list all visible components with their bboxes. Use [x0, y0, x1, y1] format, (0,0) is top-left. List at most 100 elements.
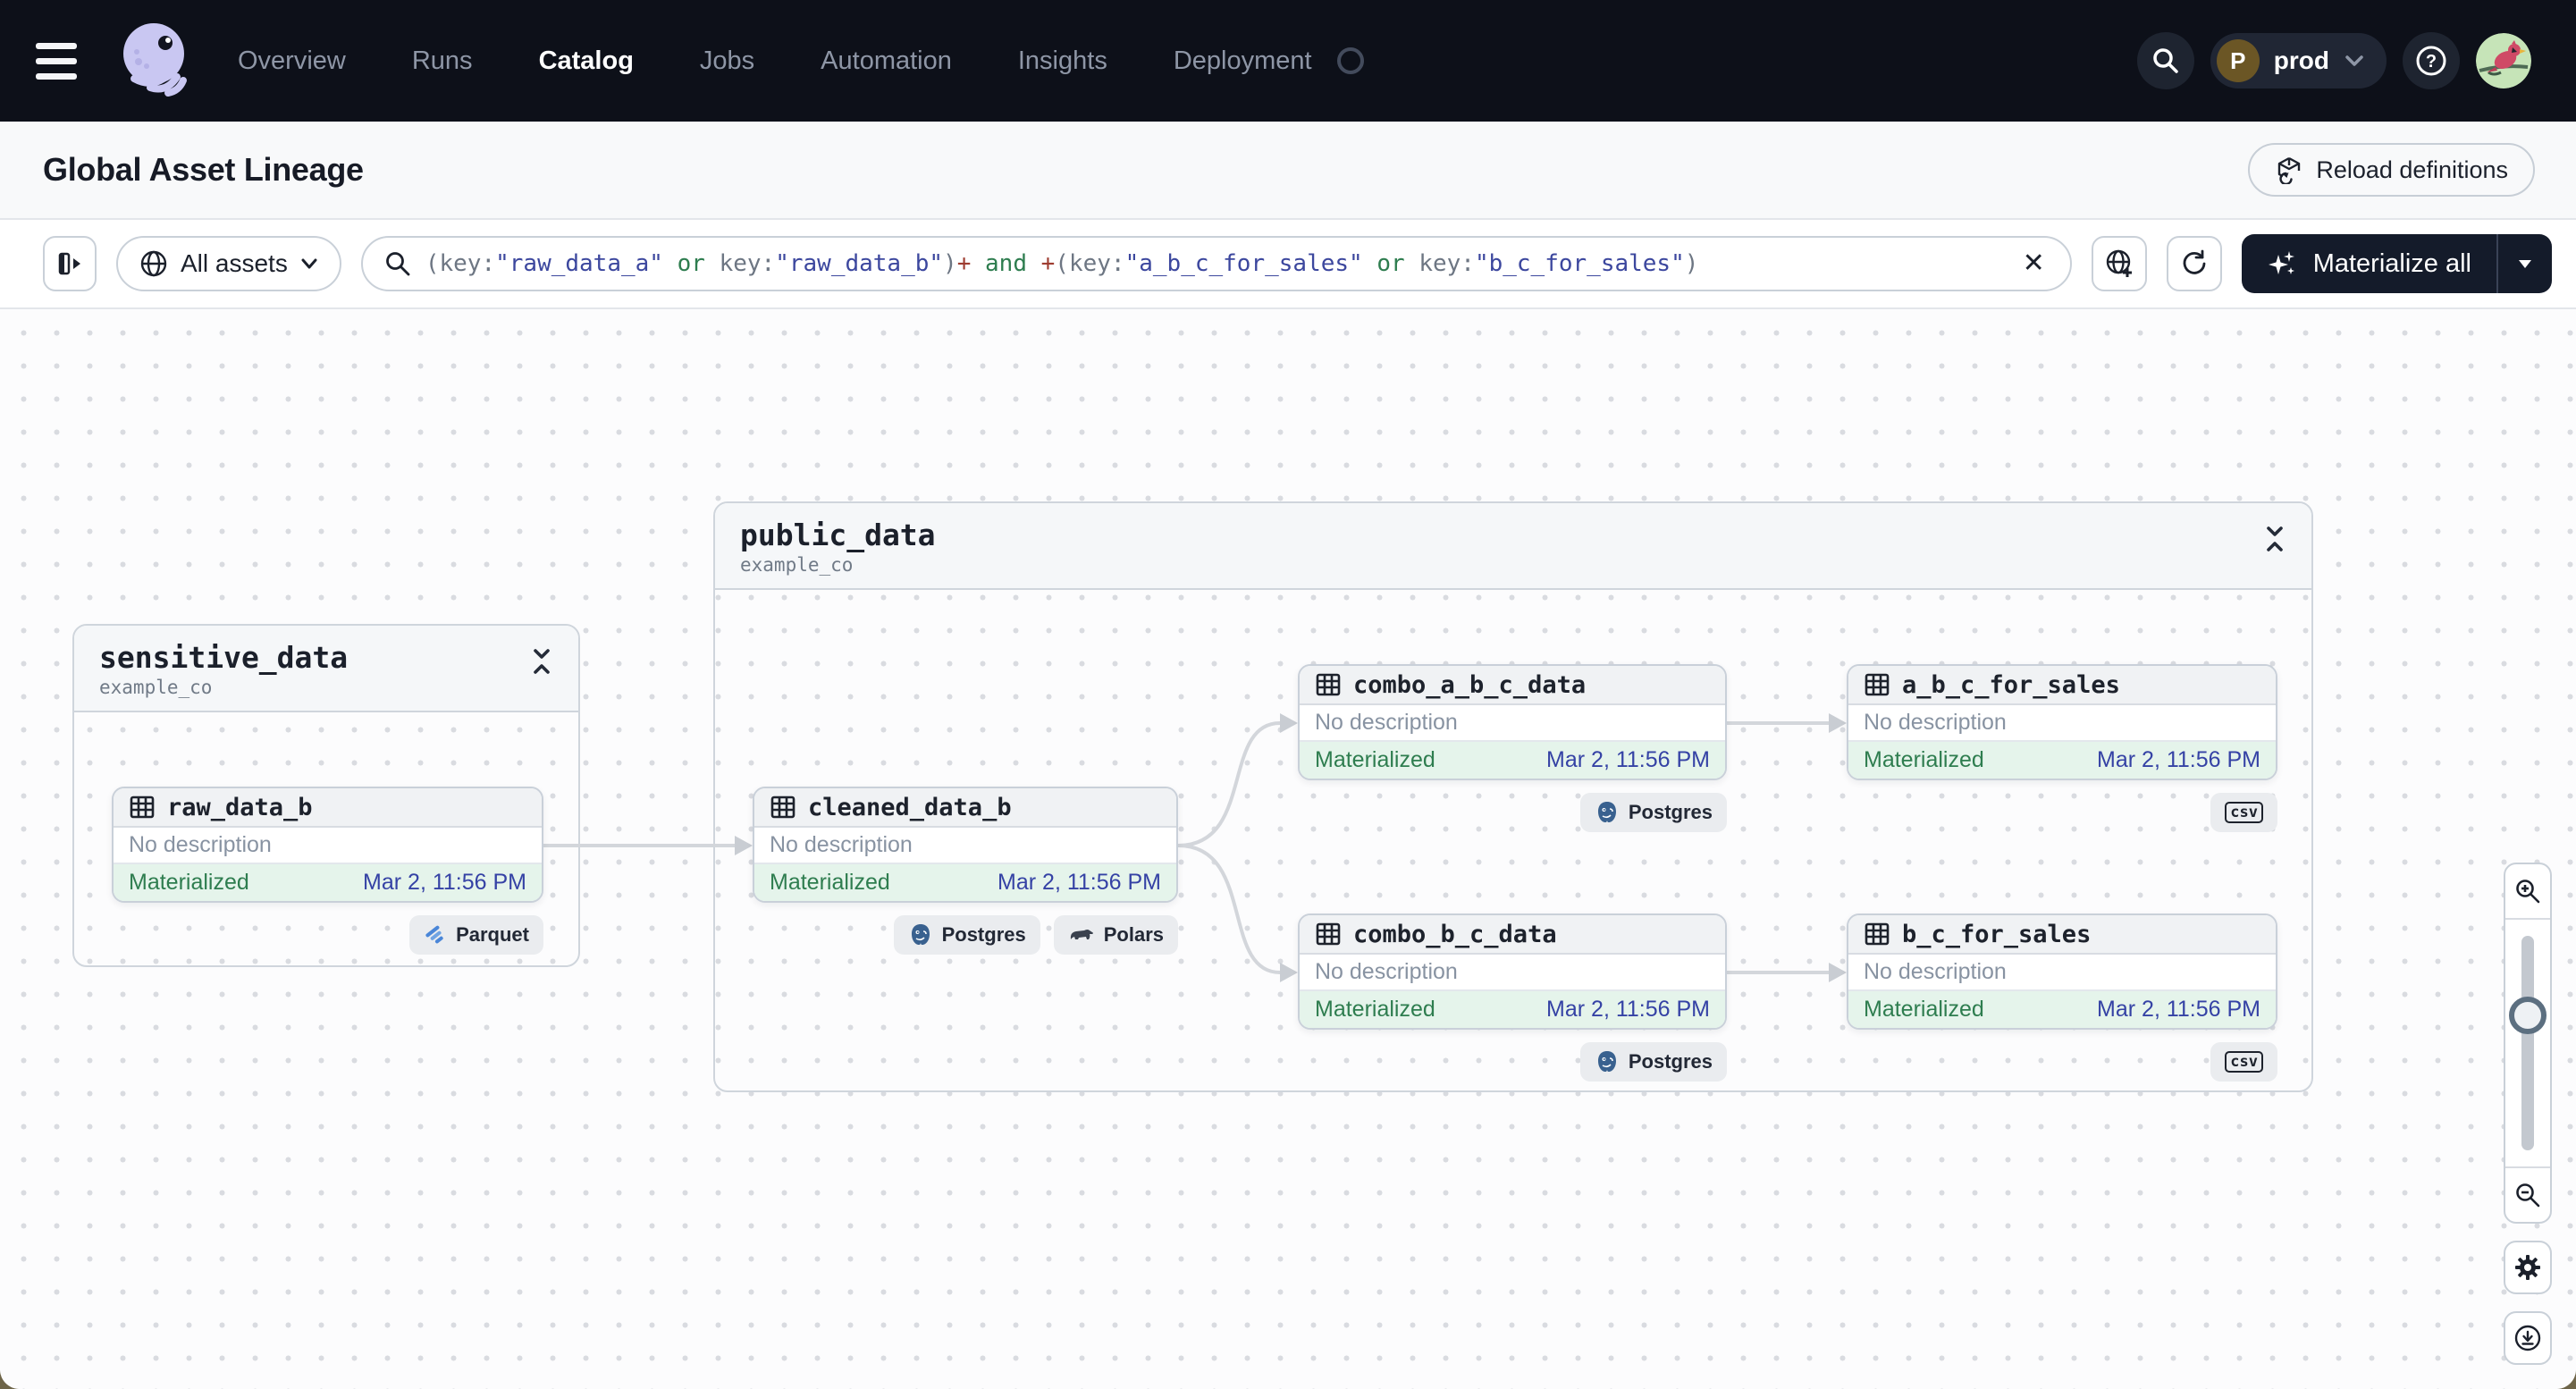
- nav-right-controls: P prod ?: [2136, 32, 2531, 89]
- group-header: sensitive_data example_co: [74, 626, 578, 712]
- asset-node-combo_b_c_data: combo_b_c_data No description Materializ…: [1298, 913, 1727, 1082]
- group-header: public_data example_co: [715, 503, 2311, 590]
- zoom-slider-track[interactable]: [2521, 936, 2534, 1150]
- asset-search-input[interactable]: (key:"raw_data_a" or key:"raw_data_b")+ …: [360, 236, 2072, 291]
- asset-card[interactable]: combo_a_b_c_data No description Material…: [1298, 664, 1727, 780]
- asset-scope-dropdown[interactable]: All assets: [116, 236, 341, 291]
- refresh-button[interactable]: [2166, 236, 2222, 291]
- kind-badge-parquet[interactable]: Parquet: [409, 915, 543, 955]
- asset-description: No description: [754, 828, 1176, 864]
- reload-definitions-button[interactable]: Reload definitions: [2248, 143, 2535, 197]
- page-header: Global Asset Lineage Reload definitions: [0, 122, 2576, 220]
- kind-badge-postgres[interactable]: Postgres: [1579, 1042, 1727, 1082]
- postgres-icon: [1595, 800, 1620, 825]
- group-subtitle: example_co: [99, 677, 213, 698]
- asset-scope-label: All assets: [181, 249, 288, 277]
- status-badge: Materialized: [1315, 997, 1435, 1022]
- asset-card[interactable]: combo_b_c_data No description Materializ…: [1298, 913, 1727, 1030]
- search-query[interactable]: (key:"raw_data_a" or key:"raw_data_b")+ …: [425, 250, 2005, 277]
- zoom-in-button[interactable]: [2505, 864, 2550, 920]
- search-icon: [2151, 46, 2180, 75]
- kind-badge-polars[interactable]: Polars: [1053, 915, 1178, 955]
- download-graph-button[interactable]: [2504, 1311, 2552, 1365]
- user-avatar[interactable]: [2476, 33, 2531, 88]
- badge-label: Parquet: [456, 923, 529, 946]
- chevron-down-icon: [2344, 54, 2365, 68]
- asset-card[interactable]: b_c_for_sales No description Materialize…: [1847, 913, 2277, 1030]
- open-sidebar-button[interactable]: [43, 236, 97, 291]
- kind-badge-csv[interactable]: csv: [2210, 1042, 2277, 1082]
- csv-icon: csv: [2225, 1051, 2263, 1073]
- asset-node-raw_data_b: raw_data_b No description Materialized M…: [112, 787, 543, 955]
- asset-name: raw_data_b: [167, 793, 313, 821]
- nav-item-insights[interactable]: Insights: [1018, 46, 1107, 76]
- page-title: Global Asset Lineage: [43, 151, 364, 188]
- asset-node-cleaned_data_b: cleaned_data_b No description Materializ…: [753, 787, 1178, 955]
- question-mark-icon: ?: [2413, 43, 2449, 79]
- asset-card[interactable]: a_b_c_for_sales No description Materiali…: [1847, 664, 2277, 780]
- nav-item-jobs[interactable]: Jobs: [700, 46, 754, 76]
- table-icon: [1315, 921, 1342, 947]
- polars-bear-icon: [1068, 925, 1095, 945]
- zoom-slider[interactable]: [2505, 920, 2550, 1166]
- postgres-icon: [1595, 1049, 1620, 1074]
- materialize-options-button[interactable]: [2498, 234, 2552, 293]
- zoom-slider-thumb[interactable]: [2509, 997, 2547, 1034]
- materialization-timestamp[interactable]: Mar 2, 11:56 PM: [1546, 997, 1710, 1023]
- materialization-timestamp[interactable]: Mar 2, 11:56 PM: [1546, 747, 1710, 773]
- clear-search-icon[interactable]: ✕: [2019, 250, 2049, 277]
- materialization-timestamp[interactable]: Mar 2, 11:56 PM: [2097, 747, 2260, 773]
- nav-item-catalog[interactable]: Catalog: [539, 46, 634, 76]
- materialization-timestamp[interactable]: Mar 2, 11:56 PM: [363, 870, 526, 896]
- status-badge: Materialized: [770, 870, 890, 895]
- zoom-out-button[interactable]: [2505, 1166, 2550, 1222]
- caret-down-icon: [2517, 258, 2533, 269]
- nav-item-overview[interactable]: Overview: [238, 46, 346, 76]
- top-navigation-bar: Overview Runs Catalog Jobs Automation In…: [0, 0, 2576, 122]
- badge-label: Postgres: [1628, 801, 1713, 823]
- globe-icon: [139, 249, 168, 278]
- graph-settings-button[interactable]: [2504, 1241, 2552, 1294]
- kind-badge-csv[interactable]: csv: [2210, 793, 2277, 832]
- lineage-graph-canvas[interactable]: sensitive_data example_co public_data ex…: [0, 309, 2576, 1389]
- materialize-all-label: Materialize all: [2312, 248, 2471, 278]
- environment-name: prod: [2273, 46, 2329, 74]
- refresh-icon: [2179, 248, 2210, 279]
- nav-item-runs[interactable]: Runs: [412, 46, 473, 76]
- table-icon: [1315, 671, 1342, 698]
- materialization-timestamp[interactable]: Mar 2, 11:56 PM: [2097, 997, 2260, 1023]
- search-button[interactable]: [2136, 32, 2194, 89]
- materialization-timestamp[interactable]: Mar 2, 11:56 PM: [998, 870, 1161, 896]
- asset-status-row: Materialized Mar 2, 11:56 PM: [1848, 742, 2276, 779]
- materialize-all-split-button: Materialize all: [2241, 234, 2552, 293]
- asset-card[interactable]: cleaned_data_b No description Materializ…: [753, 787, 1178, 903]
- status-badge: Materialized: [1315, 747, 1435, 772]
- collapse-group-icon[interactable]: [2263, 525, 2286, 553]
- asset-name: combo_b_c_data: [1353, 920, 1557, 948]
- sparkles-icon: [2267, 248, 2299, 280]
- asset-node-b_c_for_sales: b_c_for_sales No description Materialize…: [1847, 913, 2277, 1082]
- group-subtitle: example_co: [740, 554, 854, 576]
- postgres-icon: [908, 922, 933, 947]
- collapse-group-icon[interactable]: [530, 647, 553, 676]
- help-button[interactable]: ?: [2403, 32, 2460, 89]
- hamburger-menu-icon[interactable]: [36, 32, 93, 89]
- table-icon: [1864, 671, 1890, 698]
- lineage-toolbar: All assets (key:"raw_data_a" or key:"raw…: [0, 220, 2576, 309]
- kind-badge-postgres[interactable]: Postgres: [1579, 793, 1727, 832]
- nav-item-automation[interactable]: Automation: [821, 46, 952, 76]
- asset-card[interactable]: raw_data_b No description Materialized M…: [112, 787, 543, 903]
- download-icon: [2513, 1323, 2543, 1353]
- materialize-all-button[interactable]: Materialize all: [2242, 234, 2496, 293]
- zoom-in-icon: [2514, 878, 2541, 905]
- nav-item-deployment[interactable]: Deployment: [1174, 46, 1312, 76]
- asset-status-row: Materialized Mar 2, 11:56 PM: [1300, 742, 1725, 779]
- table-icon: [770, 794, 796, 821]
- asset-description: No description: [1300, 955, 1725, 991]
- dagster-logo-icon[interactable]: [113, 18, 198, 104]
- desktop-background: Overview Runs Catalog Jobs Automation In…: [0, 0, 2576, 1389]
- kind-badge-postgres[interactable]: Postgres: [893, 915, 1040, 955]
- environment-switcher[interactable]: P prod: [2210, 33, 2387, 88]
- external-assets-button[interactable]: [2091, 236, 2147, 291]
- asset-description: No description: [1848, 955, 2276, 991]
